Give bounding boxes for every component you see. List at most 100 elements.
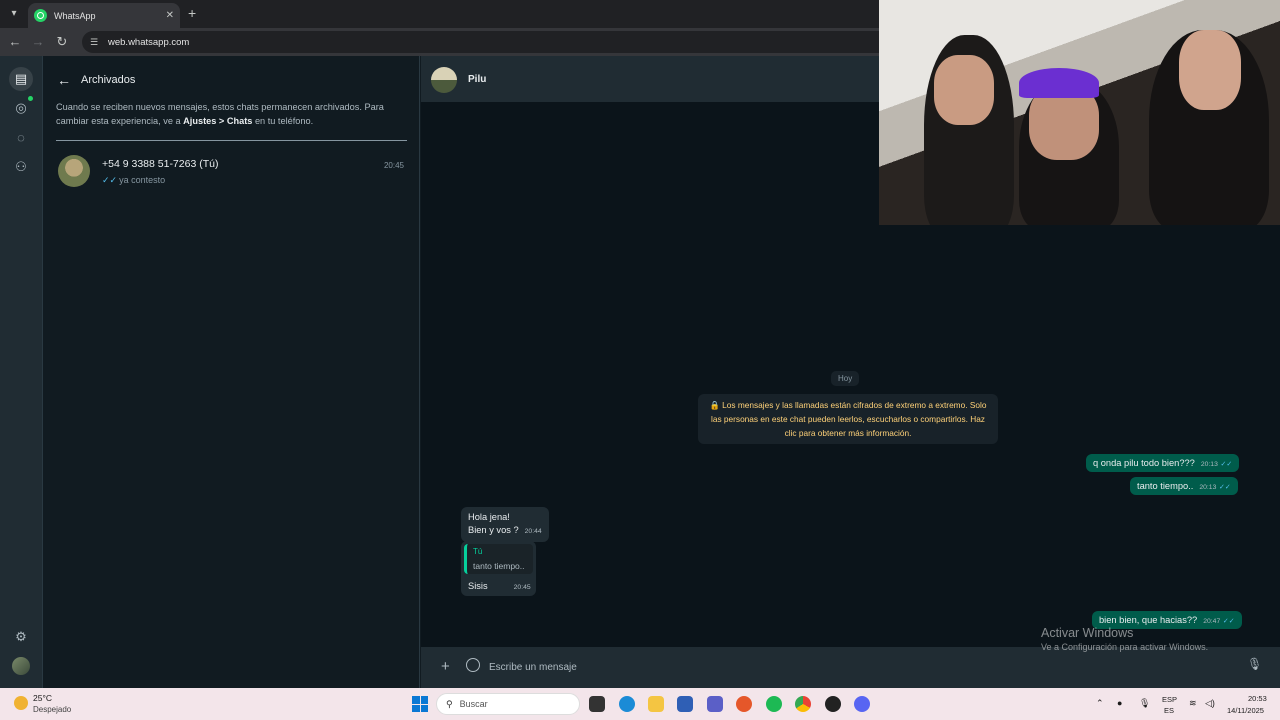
divider	[56, 140, 407, 141]
start-windows-icon[interactable]	[412, 696, 428, 712]
message-time: 20:45	[513, 584, 531, 591]
spotify-icon[interactable]	[766, 696, 782, 712]
message-text: tanto tiempo..	[1137, 481, 1194, 491]
contact-avatar[interactable]	[431, 67, 457, 93]
channels-icon[interactable]: ◌	[12, 129, 30, 147]
clock-time[interactable]: 20:53	[1248, 694, 1267, 703]
message-input[interactable]	[489, 655, 1229, 679]
message-text: bien bien, que hacias??	[1099, 615, 1198, 625]
message-bubble-outgoing[interactable]: q onda pilu todo bien??? 20:13 ✓✓	[1086, 454, 1240, 472]
chrome-icon[interactable]	[795, 696, 811, 712]
encryption-notice[interactable]: 🔒 Los mensajes y las llamadas están cifr…	[698, 394, 998, 444]
message-text: Sisis	[468, 581, 488, 591]
tab-search-icon[interactable]: ▾	[6, 6, 22, 22]
taskbar-search[interactable]: ⚲ Buscar	[436, 693, 580, 715]
microphone-icon[interactable]: 🎙	[1247, 657, 1262, 671]
chat-preview-text: ya contesto	[119, 175, 166, 185]
status-icon[interactable]: ◎	[12, 99, 30, 117]
keyboard-layout[interactable]: ES	[1164, 706, 1174, 715]
webcam-overlay	[879, 0, 1280, 225]
reload-icon[interactable]: ↻	[54, 34, 70, 50]
read-ticks-icon: ✓✓	[1220, 461, 1233, 468]
attach-plus-icon[interactable]: +	[441, 658, 450, 675]
search-label: Buscar	[459, 699, 488, 709]
chat-avatar	[58, 155, 90, 187]
message-time: 20:13	[1200, 461, 1218, 468]
store-icon[interactable]	[677, 696, 693, 712]
note-suffix: en tu teléfono.	[252, 116, 314, 126]
message-text: q onda pilu todo bien???	[1093, 458, 1195, 468]
communities-icon[interactable]: ⚇	[12, 158, 30, 176]
settings-gear-icon[interactable]: ⚙	[12, 628, 30, 646]
status-unread-dot	[28, 96, 33, 101]
clock-date[interactable]: 14/11/2025	[1227, 706, 1264, 715]
face-right	[1179, 30, 1241, 110]
tray-mic-icon[interactable]: 🎙	[1139, 698, 1150, 709]
back-icon[interactable]: ←	[7, 34, 23, 49]
chat-time: 20:45	[383, 161, 404, 170]
contact-name: Pilu	[468, 74, 487, 85]
message-composer: + 🎙	[421, 647, 1280, 688]
quote-author: Tú	[473, 547, 483, 556]
archived-title: Archivados	[81, 74, 136, 86]
quoted-message[interactable]: Tú tanto tiempo..	[464, 544, 533, 574]
message-text: Hola jena!	[468, 512, 510, 522]
wifi-icon[interactable]: ≋	[1189, 698, 1197, 709]
message-bubble-incoming-reply[interactable]: Tú tanto tiempo.. Sisis 20:45	[461, 541, 536, 596]
browser-tab-whatsapp[interactable]: WhatsApp ✕	[28, 3, 180, 28]
weather-description[interactable]: Despejado	[33, 705, 71, 714]
note-separator: >	[216, 116, 227, 126]
tab-close-icon[interactable]: ✕	[166, 10, 174, 21]
search-icon: ⚲	[446, 698, 453, 709]
url-text: web.whatsapp.com	[108, 36, 190, 48]
teams-icon[interactable]	[707, 696, 723, 712]
message-bubble-outgoing[interactable]: tanto tiempo.. 20:13 ✓✓	[1130, 477, 1238, 495]
tray-chevron-icon[interactable]: ⌃	[1096, 698, 1104, 709]
obs-icon[interactable]	[825, 696, 841, 712]
address-bar[interactable]: ☰ web.whatsapp.com	[82, 31, 922, 53]
read-ticks-icon: ✓✓	[1218, 484, 1231, 491]
chat-preview: ✓✓ ya contesto	[102, 175, 165, 186]
whatsapp-logo-icon	[34, 9, 47, 22]
forward-icon[interactable]: →	[30, 34, 46, 49]
windows-taskbar: 25°C Despejado ⚲ Buscar ⌃ ● 🎙 ESP ES ≋ ◁…	[0, 688, 1280, 720]
watermark-title: Activar Windows	[1041, 626, 1134, 640]
firefox-icon[interactable]	[736, 696, 752, 712]
task-view-icon[interactable]	[589, 696, 605, 712]
purple-cap	[1019, 68, 1099, 98]
face-left	[934, 55, 994, 125]
quote-text: tanto tiempo..	[473, 561, 525, 571]
volume-icon[interactable]: ◁)	[1205, 698, 1215, 709]
chat-list-item[interactable]: +54 9 3388 51-7263 (Tú) 20:45 ✓✓ ya conte…	[43, 151, 420, 193]
file-explorer-icon[interactable]	[648, 696, 664, 712]
back-arrow-icon[interactable]: ←	[57, 72, 71, 88]
watermark-subtitle: Ve a Configuración para activar Windows.	[1041, 642, 1209, 652]
read-ticks-icon: ✓✓	[1222, 618, 1235, 625]
archived-panel: ← Archivados Cuando se reciben nuevos me…	[43, 56, 420, 688]
message-bubble-incoming[interactable]: Hola jena! Bien y vos ? 20:44	[461, 507, 549, 542]
tray-app-icon[interactable]: ●	[1117, 698, 1122, 708]
message-text: Bien y vos ?	[468, 525, 519, 535]
edge-browser-icon[interactable]	[619, 696, 635, 712]
sticker-icon[interactable]	[466, 658, 480, 672]
message-time: 20:13	[1199, 484, 1217, 491]
new-tab-icon[interactable]: +	[188, 5, 196, 21]
windows-activation-watermark: Activar Windows Ve a Configuración para …	[1041, 626, 1208, 652]
tab-title: WhatsApp	[54, 10, 96, 21]
weather-moon-icon[interactable]	[14, 696, 28, 710]
chats-icon[interactable]: ▤	[9, 67, 33, 91]
navigation-rail: ▤ ◎ ◌ ⚇ ⚙	[0, 56, 43, 688]
date-separator: Hoy	[831, 371, 860, 386]
message-time: 20:47	[1203, 618, 1221, 625]
message-time: 20:44	[524, 528, 542, 535]
archived-header: ← Archivados	[57, 72, 135, 88]
note-chats-link: Chats	[226, 116, 253, 126]
note-settings-link: Ajustes	[183, 116, 217, 126]
site-info-icon[interactable]: ☰	[90, 37, 100, 47]
discord-icon[interactable]	[854, 696, 870, 712]
profile-avatar[interactable]	[12, 657, 30, 675]
language-indicator[interactable]: ESP	[1162, 695, 1177, 704]
archived-info-text: Cuando se reciben nuevos mensajes, estos…	[56, 100, 396, 128]
chat-name: +54 9 3388 51-7263 (Tú)	[102, 158, 219, 170]
weather-temperature[interactable]: 25°C	[33, 693, 52, 703]
